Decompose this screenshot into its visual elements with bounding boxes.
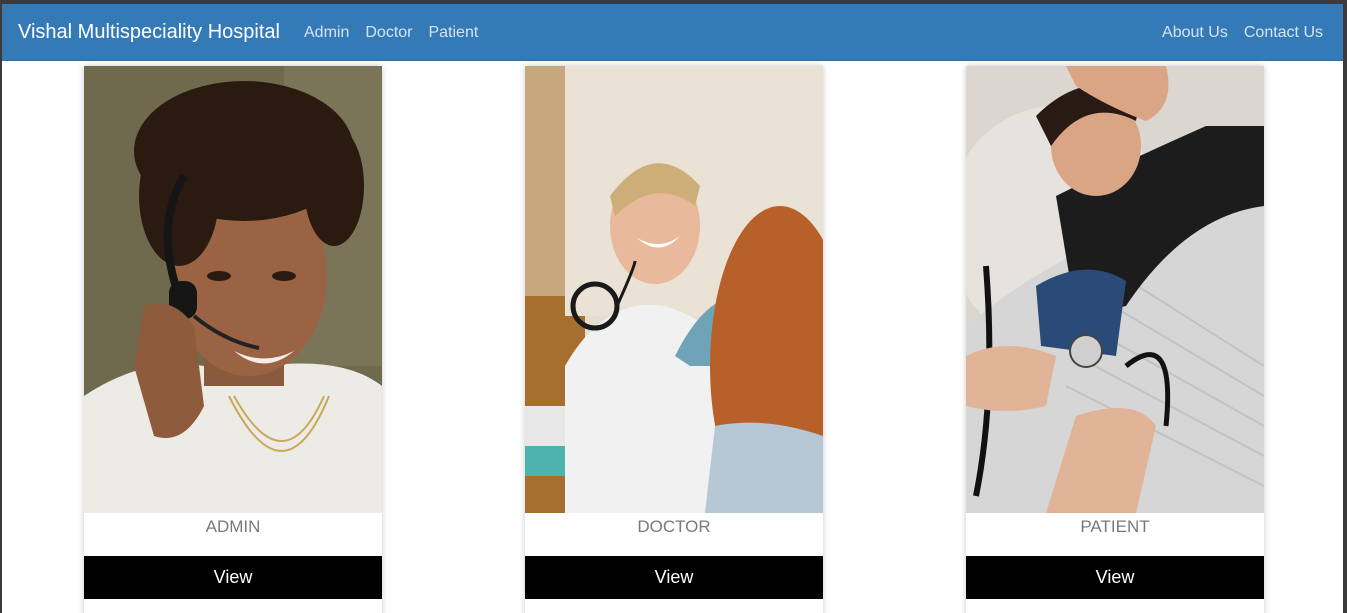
patient-card: PATIENT View [966,66,1264,613]
nav-link-admin[interactable]: Admin [304,23,349,43]
nav-link-contact-us[interactable]: Contact Us [1244,23,1323,43]
nav-left-links: Admin Doctor Patient [304,23,478,43]
brand-title[interactable]: Vishal Multispeciality Hospital [18,20,280,44]
doctor-card: DOCTOR View [525,66,823,613]
nav-link-about-us[interactable]: About Us [1162,23,1228,43]
admin-card: ADMIN View [84,66,382,613]
patient-photo [966,66,1264,513]
patient-view-button[interactable]: View [966,556,1264,599]
top-navbar: Vishal Multispeciality Hospital Admin Do… [2,4,1343,61]
doctor-photo [525,66,823,513]
browser-viewport: Vishal Multispeciality Hospital Admin Do… [2,4,1343,613]
doctor-card-title: DOCTOR [637,517,711,536]
admin-card-title: ADMIN [205,517,261,536]
patient-card-title: PATIENT [1080,517,1150,536]
admin-view-button[interactable]: View [84,556,382,599]
admin-photo [84,66,382,513]
nav-link-doctor[interactable]: Doctor [365,23,412,43]
nav-link-patient[interactable]: Patient [428,23,478,43]
nav-right-links: About Us Contact Us [1162,23,1323,43]
doctor-view-button[interactable]: View [525,556,823,599]
